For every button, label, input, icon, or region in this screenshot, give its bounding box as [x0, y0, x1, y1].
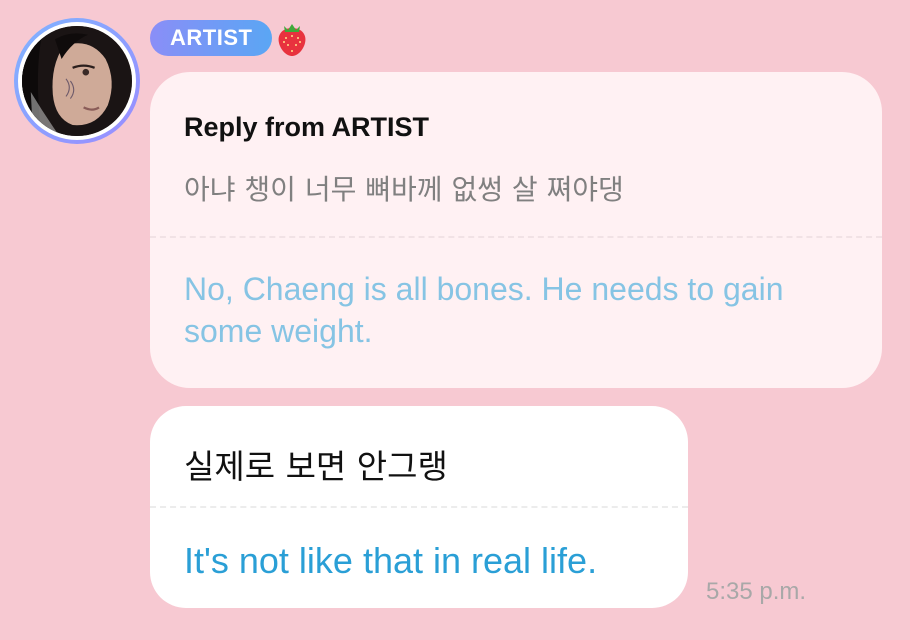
reply-divider	[150, 236, 882, 238]
reply-bubble[interactable]: Reply from ARTIST 아냐 챙이 너무 뼈바께 없썽 살 쪄야댕 …	[150, 72, 882, 388]
artist-badge: ARTIST	[150, 20, 273, 56]
avatar-frame	[18, 22, 136, 140]
message-divider	[150, 506, 688, 508]
reply-title: Reply from ARTIST	[184, 112, 430, 142]
avatar[interactable]	[22, 26, 132, 136]
reply-original-text: 아냐 챙이 너무 뼈바께 없썽 살 쪄야댕	[184, 173, 624, 206]
reply-translated-text: No, Chaeng is all bones. He needs to gai…	[184, 271, 784, 349]
message-bubble[interactable]: 실제로 보면 안그랭 It's not like that in real li…	[150, 406, 688, 608]
strawberry-icon	[278, 24, 306, 56]
message-timestamp: 5:35 p.m.	[706, 578, 807, 605]
message-translated-text: It's not like that in real life.	[184, 540, 598, 581]
message-original-text: 실제로 보면 안그랭	[184, 447, 448, 486]
avatar-photo	[22, 26, 132, 136]
artist-avatar-ring[interactable]	[14, 18, 140, 144]
